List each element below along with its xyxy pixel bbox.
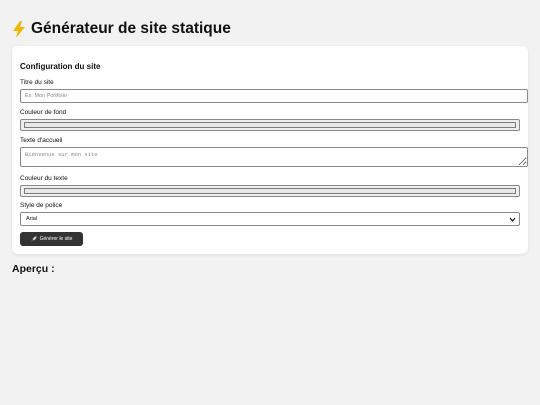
- font-style-label: Style de police: [20, 202, 63, 209]
- page-header: Générateur de site statique: [12, 19, 231, 39]
- site-title-input[interactable]: [20, 89, 528, 103]
- bg-color-label: Couleur de fond: [20, 109, 67, 116]
- text-color-picker[interactable]: [20, 185, 520, 197]
- page-title: Générateur de site statique: [31, 20, 231, 37]
- config-card-title: Configuration du site: [20, 62, 101, 71]
- font-style-selected: Arial: [26, 216, 38, 222]
- bg-color-picker[interactable]: [20, 119, 520, 131]
- font-style-select[interactable]: Arial: [20, 212, 520, 226]
- generate-site-label: Générer le site: [39, 236, 73, 242]
- chevron-down-icon: [509, 217, 516, 222]
- welcome-text-area[interactable]: [20, 147, 528, 167]
- lightning-bolt-icon: [13, 20, 25, 38]
- bg-color-swatch: [24, 122, 516, 128]
- preview-title: Aperçu :: [12, 263, 55, 275]
- rocket-icon: [30, 236, 37, 242]
- text-color-label: Couleur du texte: [20, 175, 68, 182]
- welcome-text-label: Texte d'accueil: [20, 137, 63, 144]
- site-title-label: Titre du site: [20, 79, 54, 86]
- config-card: Configuration du site Titre du site Coul…: [12, 46, 528, 254]
- generate-site-button[interactable]: Générer le site: [20, 232, 83, 246]
- text-color-swatch: [24, 188, 516, 194]
